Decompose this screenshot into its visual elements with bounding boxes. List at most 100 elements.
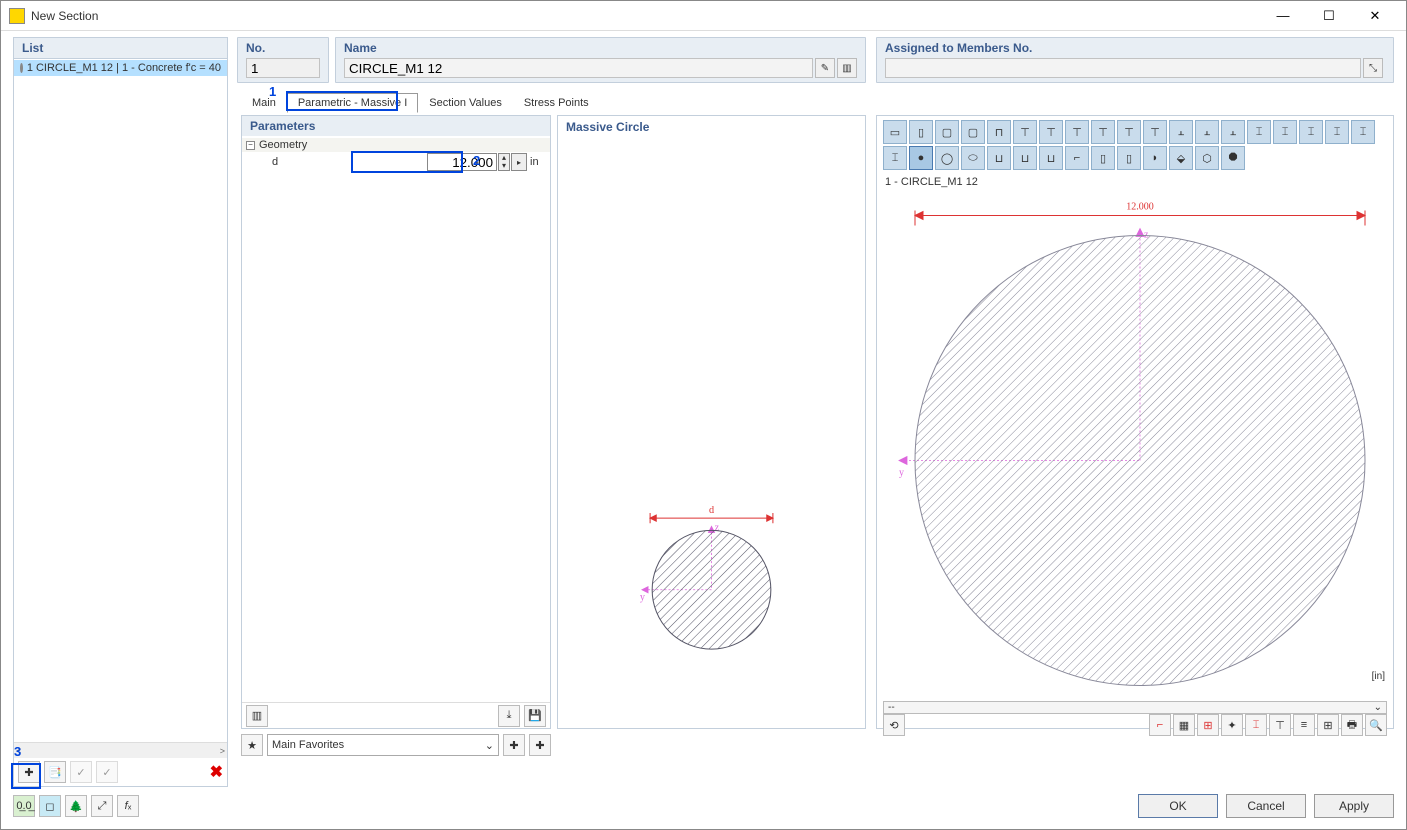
pv-tool-1[interactable]: ⌐: [1149, 714, 1171, 736]
shape-pi1[interactable]: ⫠: [1169, 120, 1193, 144]
close-button[interactable]: ✕: [1352, 1, 1398, 31]
pv-tool-left[interactable]: ⟲: [883, 714, 905, 736]
pv-tool-4[interactable]: ✦: [1221, 714, 1243, 736]
shape-u1[interactable]: ⊓: [987, 120, 1011, 144]
shape-t4[interactable]: ⊤: [1091, 120, 1115, 144]
shape-rect-hollow[interactable]: ▢: [935, 120, 959, 144]
title-bar: New Section — ☐ ✕: [1, 1, 1406, 31]
shape-t3[interactable]: ⊤: [1065, 120, 1089, 144]
apply-button[interactable]: Apply: [1314, 794, 1394, 818]
assigned-input[interactable]: [885, 58, 1361, 78]
shape-l[interactable]: ⌐: [1065, 146, 1089, 170]
big-preview-panel: ▭ ▯ ▢ ▢ ⊓ ⊤ ⊤ ⊤ ⊤ ⊤ ⊤ ⫠ ⫠ ⫠ ⌶ ⌶ ⌶ ⌶ ⌶ ⌶ …: [876, 115, 1394, 729]
shape-rect-hollow2[interactable]: ▢: [961, 120, 985, 144]
favorites-select[interactable]: Main Favorites ⌄: [267, 734, 499, 756]
name-input[interactable]: [344, 58, 813, 78]
pick-members-button[interactable]: ⤡: [1363, 58, 1383, 78]
shape-u2[interactable]: ⊔: [987, 146, 1011, 170]
shape-octagon[interactable]: ⯃: [1221, 146, 1245, 170]
shape-t6[interactable]: ⊤: [1143, 120, 1167, 144]
maximize-button[interactable]: ☐: [1306, 1, 1352, 31]
shape-pi3[interactable]: ⫠: [1221, 120, 1245, 144]
check-button[interactable]: ✓: [70, 761, 92, 783]
list-toolbar: ✚ 📑 ✓ ✓ ✖: [14, 758, 227, 786]
shape-circle-hollow[interactable]: ◯: [935, 146, 959, 170]
shape-rect-solid[interactable]: ▭: [883, 120, 907, 144]
shape-rect-tall[interactable]: ▯: [909, 120, 933, 144]
annotation-1: 1: [269, 84, 276, 99]
params-tool-export[interactable]: ⤓: [498, 705, 520, 727]
list-item[interactable]: 1 CIRCLE_M1 12 | 1 - Concrete f'c = 40: [14, 60, 227, 76]
pv-tool-7[interactable]: ≡: [1293, 714, 1315, 736]
pv-tool-print[interactable]: 🖶: [1341, 714, 1363, 736]
bl-tool-1[interactable]: 0̲.0̲: [13, 795, 35, 817]
tab-parametric[interactable]: Parametric - Massive I: [287, 93, 418, 113]
bl-tool-5[interactable]: fₓ: [117, 795, 139, 817]
shape-circle-solid[interactable]: ●: [909, 146, 933, 170]
assigned-panel: Assigned to Members No. ⤡: [876, 37, 1394, 83]
shape-u3[interactable]: ⊔: [1013, 146, 1037, 170]
shape-t5[interactable]: ⊤: [1117, 120, 1141, 144]
param-d-unit: in: [528, 156, 546, 168]
pv-tool-5[interactable]: ⌶: [1245, 714, 1267, 736]
params-tool-save[interactable]: 💾: [524, 705, 546, 727]
name-header: Name: [336, 38, 865, 58]
chevron-down-icon: ⌄: [485, 739, 494, 752]
shape-i2[interactable]: ⌶: [1273, 120, 1297, 144]
shape-t2[interactable]: ⊤: [1039, 120, 1063, 144]
shape-halfellipse[interactable]: ⬙: [1169, 146, 1193, 170]
pv-tool-6[interactable]: ⊤: [1269, 714, 1291, 736]
bl-tool-2[interactable]: ◻: [39, 795, 61, 817]
collapse-icon[interactable]: −: [246, 141, 255, 150]
param-d-input[interactable]: [427, 153, 497, 171]
fav-star-button[interactable]: ★: [241, 734, 263, 756]
shape-i1[interactable]: ⌶: [1247, 120, 1271, 144]
scroll-right-icon[interactable]: >: [220, 746, 225, 756]
shape-i4[interactable]: ⌶: [1325, 120, 1349, 144]
shape-t1[interactable]: ⊤: [1013, 120, 1037, 144]
check2-button[interactable]: ✓: [96, 761, 118, 783]
no-header: No.: [238, 38, 328, 58]
pv-tool-8[interactable]: ⊞: [1317, 714, 1339, 736]
pv-tool-2[interactable]: ▦: [1173, 714, 1195, 736]
shape-pi2[interactable]: ⫠: [1195, 120, 1219, 144]
edit-name-button[interactable]: ✎: [815, 58, 835, 78]
params-tool-1[interactable]: ▥: [246, 705, 268, 727]
small-preview-panel: Massive Circle d: [557, 115, 866, 729]
shape-i6[interactable]: ⌶: [883, 146, 907, 170]
shape-bar1[interactable]: ▯: [1091, 146, 1115, 170]
fav-add-button[interactable]: ✚: [503, 734, 525, 756]
param-d-spinner[interactable]: ▴▾: [498, 153, 510, 171]
cancel-button[interactable]: Cancel: [1226, 794, 1306, 818]
tab-section-values[interactable]: Section Values: [418, 93, 513, 113]
preview-dropdown[interactable]: -- ⌄: [883, 701, 1387, 714]
shape-u4[interactable]: ⊔: [1039, 146, 1063, 170]
shape-hexagon[interactable]: ⬡: [1195, 146, 1219, 170]
bl-tool-4[interactable]: ⤢: [91, 795, 113, 817]
bl-tool-3[interactable]: 🌲: [65, 795, 87, 817]
shape-i5[interactable]: ⌶: [1351, 120, 1375, 144]
pv-tool-zoom[interactable]: 🔍: [1365, 714, 1387, 736]
shape-ellipse[interactable]: ⬭: [961, 146, 985, 170]
tab-main[interactable]: Main: [241, 93, 287, 113]
parameters-header: Parameters: [242, 116, 550, 136]
no-input[interactable]: [246, 58, 320, 78]
list-item-label: 1 CIRCLE_M1 12 | 1 - Concrete f'c = 40: [27, 62, 221, 74]
delete-button[interactable]: ✖: [210, 762, 223, 782]
horizontal-scrollbar[interactable]: < >: [14, 742, 227, 758]
shape-i3[interactable]: ⌶: [1299, 120, 1323, 144]
new-item-button[interactable]: ✚: [18, 761, 40, 783]
copy-item-button[interactable]: 📑: [44, 761, 66, 783]
bottom-left-tools: 0̲.0̲ ◻ 🌲 ⤢ fₓ: [13, 795, 139, 817]
geometry-group[interactable]: − Geometry: [242, 138, 550, 152]
fav-add2-button[interactable]: ✚: [529, 734, 551, 756]
library-button[interactable]: ▥: [837, 58, 857, 78]
minimize-button[interactable]: —: [1260, 1, 1306, 31]
param-d-unit-button[interactable]: ▸: [511, 153, 527, 171]
app-icon: [9, 8, 25, 24]
shape-bar2[interactable]: ▯: [1117, 146, 1141, 170]
tab-stress-points[interactable]: Stress Points: [513, 93, 600, 113]
ok-button[interactable]: OK: [1138, 794, 1218, 818]
shape-halfcircle[interactable]: ◗: [1143, 146, 1167, 170]
pv-tool-3[interactable]: ⊞: [1197, 714, 1219, 736]
